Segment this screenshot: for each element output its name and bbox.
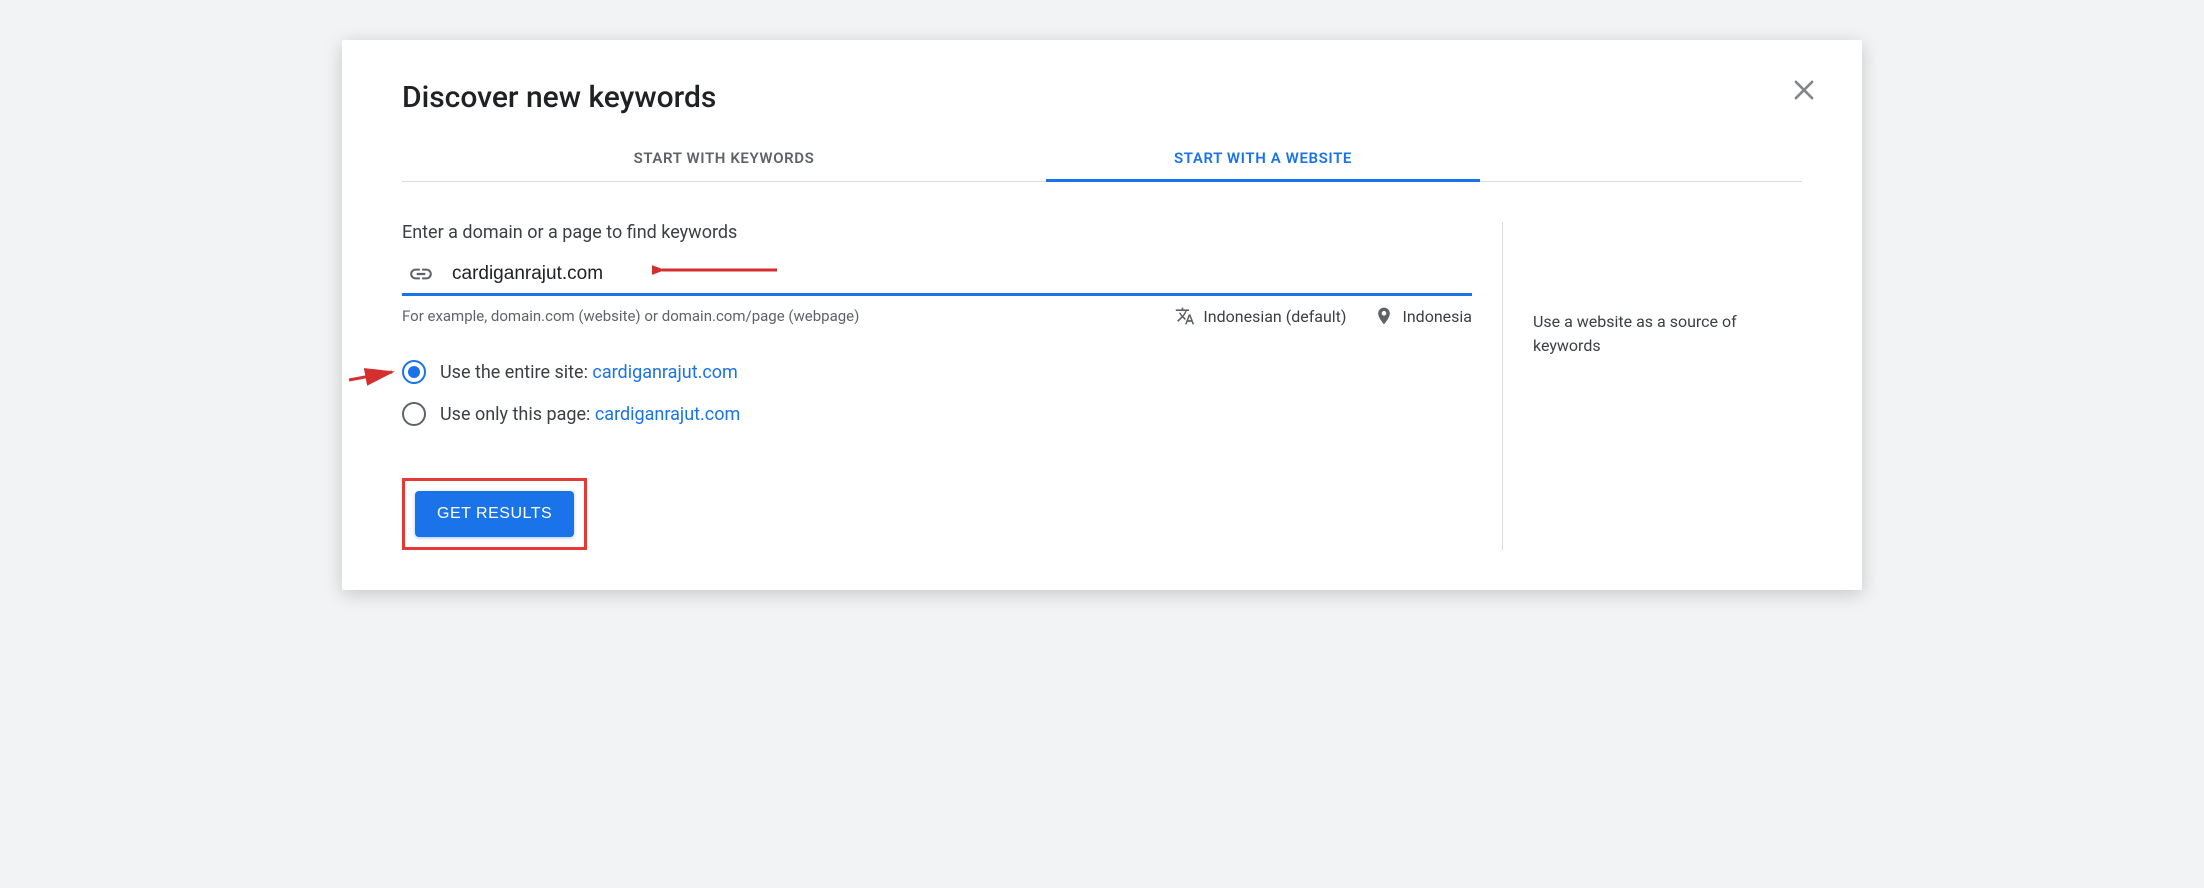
- url-field-label: Enter a domain or a page to find keyword…: [402, 222, 1472, 243]
- form-column: Enter a domain or a page to find keyword…: [402, 222, 1502, 550]
- radio-indicator: [402, 360, 426, 384]
- scope-radio-group: Use the entire site: cardiganrajut.com: [402, 354, 1472, 432]
- annotation-arrow: [347, 366, 402, 388]
- location-label: Indonesia: [1402, 307, 1472, 326]
- location-selector[interactable]: Indonesia: [1374, 306, 1472, 326]
- language-label: Indonesian (default): [1203, 307, 1346, 326]
- tab-start-with-keywords[interactable]: START WITH KEYWORDS: [402, 135, 1046, 181]
- page-title: Discover new keywords: [402, 80, 1802, 115]
- hint-text: For example, domain.com (website) or dom…: [402, 307, 1147, 325]
- url-input-row: [402, 255, 1472, 296]
- side-help-text: Use a website as a source of keywords: [1533, 310, 1802, 358]
- radio-only-this-page[interactable]: Use only this page: cardiganrajut.com: [402, 396, 1472, 432]
- get-results-button[interactable]: GET RESULTS: [415, 491, 574, 537]
- content-area: Enter a domain or a page to find keyword…: [402, 222, 1802, 550]
- keyword-planner-card: Discover new keywords START WITH KEYWORD…: [342, 40, 1862, 590]
- translate-icon: [1175, 306, 1195, 326]
- radio-entire-site[interactable]: Use the entire site: cardiganrajut.com: [402, 354, 1472, 390]
- side-column: Use a website as a source of keywords: [1502, 222, 1802, 550]
- radio-label: Use only this page: cardiganrajut.com: [440, 404, 740, 425]
- language-selector[interactable]: Indonesian (default): [1175, 306, 1346, 326]
- location-icon: [1374, 306, 1394, 326]
- annotation-highlight-box: GET RESULTS: [402, 478, 587, 550]
- link-icon: [408, 261, 434, 287]
- tab-start-with-website[interactable]: START WITH A WEBSITE: [1046, 135, 1480, 181]
- radio-indicator: [402, 402, 426, 426]
- close-button[interactable]: [1790, 76, 1818, 104]
- tabs: START WITH KEYWORDS START WITH A WEBSITE: [402, 135, 1802, 182]
- hint-row: For example, domain.com (website) or dom…: [402, 306, 1472, 326]
- url-input[interactable]: [452, 259, 1472, 289]
- radio-label: Use the entire site: cardiganrajut.com: [440, 362, 738, 383]
